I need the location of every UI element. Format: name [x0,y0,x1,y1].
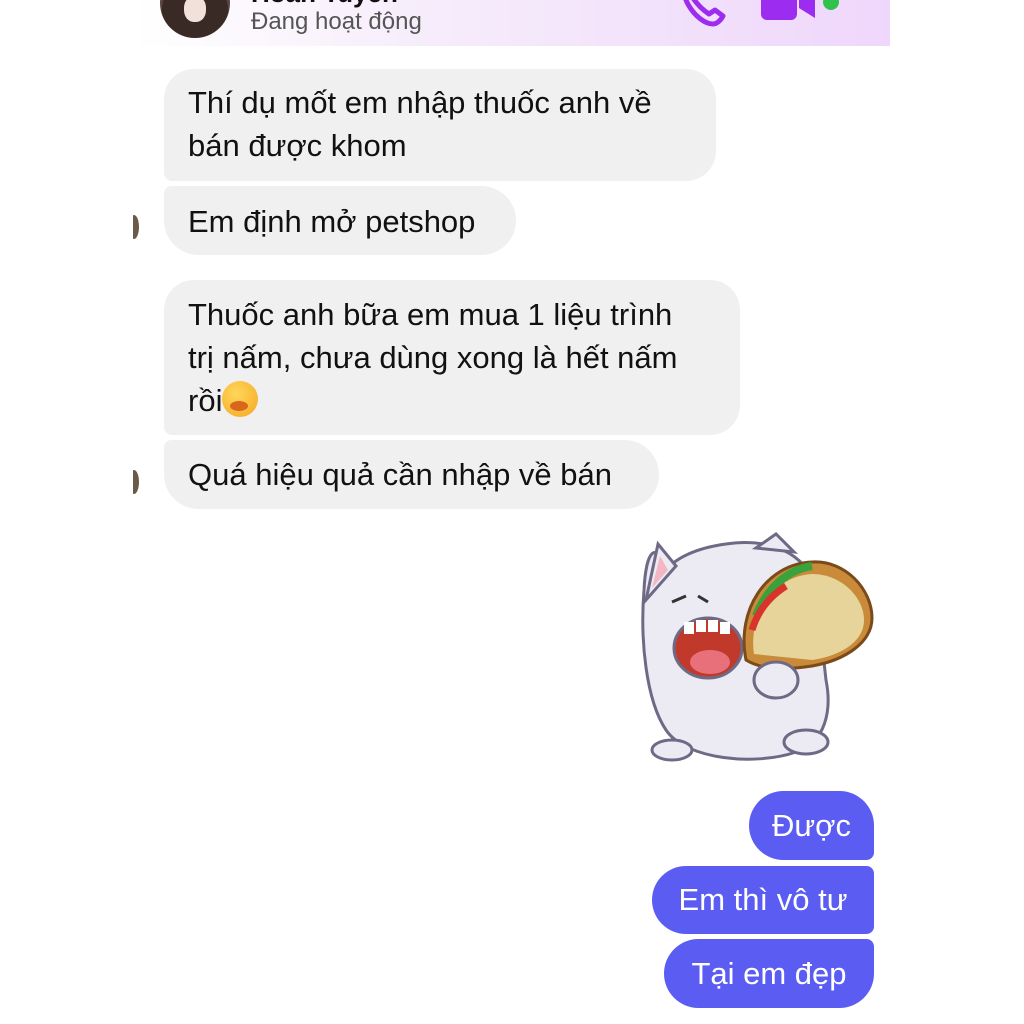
contact-avatar[interactable] [160,0,230,38]
incoming-message[interactable]: Thuốc anh bữa em mua 1 liệu trình trị nấ… [164,280,740,435]
incoming-message[interactable]: Thí dụ mốt em nhập thuốc anh về bán được… [164,69,716,181]
message-line: Quá hiệu quả cần nhập về bán [188,457,613,492]
outgoing-message[interactable]: Được [749,791,874,860]
incoming-message[interactable]: Quá hiệu quả cần nhập về bán [164,440,659,509]
message-line: bán được khom [188,128,407,163]
message-line: Em định mở petshop [188,204,476,239]
message-line: trị nấm, chưa dùng xong là hết nấm [188,340,678,375]
yawning-face-emoji-icon [222,381,259,417]
seen-avatar-icon [133,470,139,494]
cat-eating-taco-sticker[interactable] [636,530,878,770]
contact-status: Đang hoạt động [251,8,422,35]
online-indicator [823,0,839,10]
incoming-message[interactable]: Em định mở petshop [164,186,516,255]
outgoing-message[interactable]: Em thì vô tư [652,866,874,934]
outgoing-message[interactable]: Tại em đẹp [664,939,874,1008]
message-line: Thuốc anh bữa em mua 1 liệu trình [188,297,673,332]
message-line: rồi [188,383,223,418]
message-line: Thí dụ mốt em nhập thuốc anh về [188,85,652,120]
seen-avatar-icon [133,215,139,239]
chat-header: Hoàn Tuyền Đang hoạt động [135,0,890,46]
video-call-icon[interactable] [757,0,821,24]
phone-icon[interactable] [679,0,727,28]
